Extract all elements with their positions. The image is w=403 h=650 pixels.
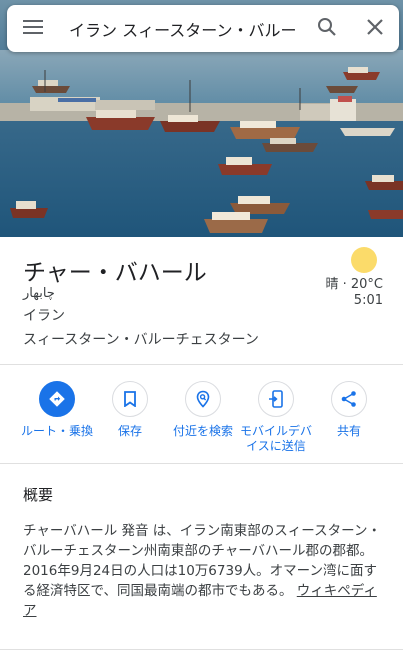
search-icon <box>317 17 337 41</box>
search-button[interactable] <box>303 5 351 52</box>
place-header: チャー・バハール چابهار イラン スィースターン・バルーチェスターン 晴 … <box>0 237 403 365</box>
native-name: چابهار <box>23 286 55 301</box>
bookmark-icon <box>112 381 148 417</box>
send-to-phone-label-line1: モバイルデバ <box>239 424 312 438</box>
hamburger-menu-icon <box>23 19 43 38</box>
weather-widget: 晴 · 20°C 5:01 <box>325 247 383 309</box>
search-input[interactable]: イラン スィースターン・バルー <box>59 17 303 41</box>
close-icon <box>367 18 383 39</box>
overview-heading: 概要 <box>23 486 54 504</box>
place-title: チャー・バハール <box>23 260 207 286</box>
nearby-label: 付近を検索 <box>172 424 233 438</box>
place-country: イラン <box>23 308 65 324</box>
search-bar: イラン スィースターン・バルー <box>7 5 399 52</box>
send-to-phone-button[interactable]: モバイルデバ イスに送信 <box>236 381 316 454</box>
directions-label: ルート・乗換 <box>20 424 93 438</box>
overview-section: 概要 チャーバハール 発音 は、イラン南東部のスィースターン・バルーチェスターン… <box>0 465 403 650</box>
weather-condition-temp: 晴 · 20°C <box>325 277 383 292</box>
share-button[interactable]: 共有 <box>309 381 389 439</box>
sunny-icon <box>351 247 377 273</box>
save-button[interactable]: 保存 <box>90 381 170 439</box>
share-label: 共有 <box>336 424 361 438</box>
nearby-icon <box>185 381 221 417</box>
send-to-phone-icon <box>258 381 294 417</box>
directions-icon <box>39 381 75 417</box>
overview-text: チャーバハール 発音 は、イラン南東部のスィースターン・バルーチェスターン州南東… <box>23 521 385 621</box>
action-bar: ルート・乗換 保存 付近を検索 モバイルデバ イスに送信 共有 <box>0 366 403 464</box>
nearby-button[interactable]: 付近を検索 <box>163 381 243 439</box>
place-region: スィースターン・バルーチェスターン <box>23 332 259 348</box>
send-to-phone-label: モバイルデバ イスに送信 <box>236 424 316 454</box>
share-icon <box>331 381 367 417</box>
directions-button[interactable]: ルート・乗換 <box>17 381 97 439</box>
clear-search-button[interactable] <box>351 5 399 52</box>
local-time: 5:01 <box>353 293 383 308</box>
menu-button[interactable] <box>7 5 59 52</box>
save-label: 保存 <box>117 424 142 438</box>
send-to-phone-label-line2: イスに送信 <box>246 439 306 453</box>
